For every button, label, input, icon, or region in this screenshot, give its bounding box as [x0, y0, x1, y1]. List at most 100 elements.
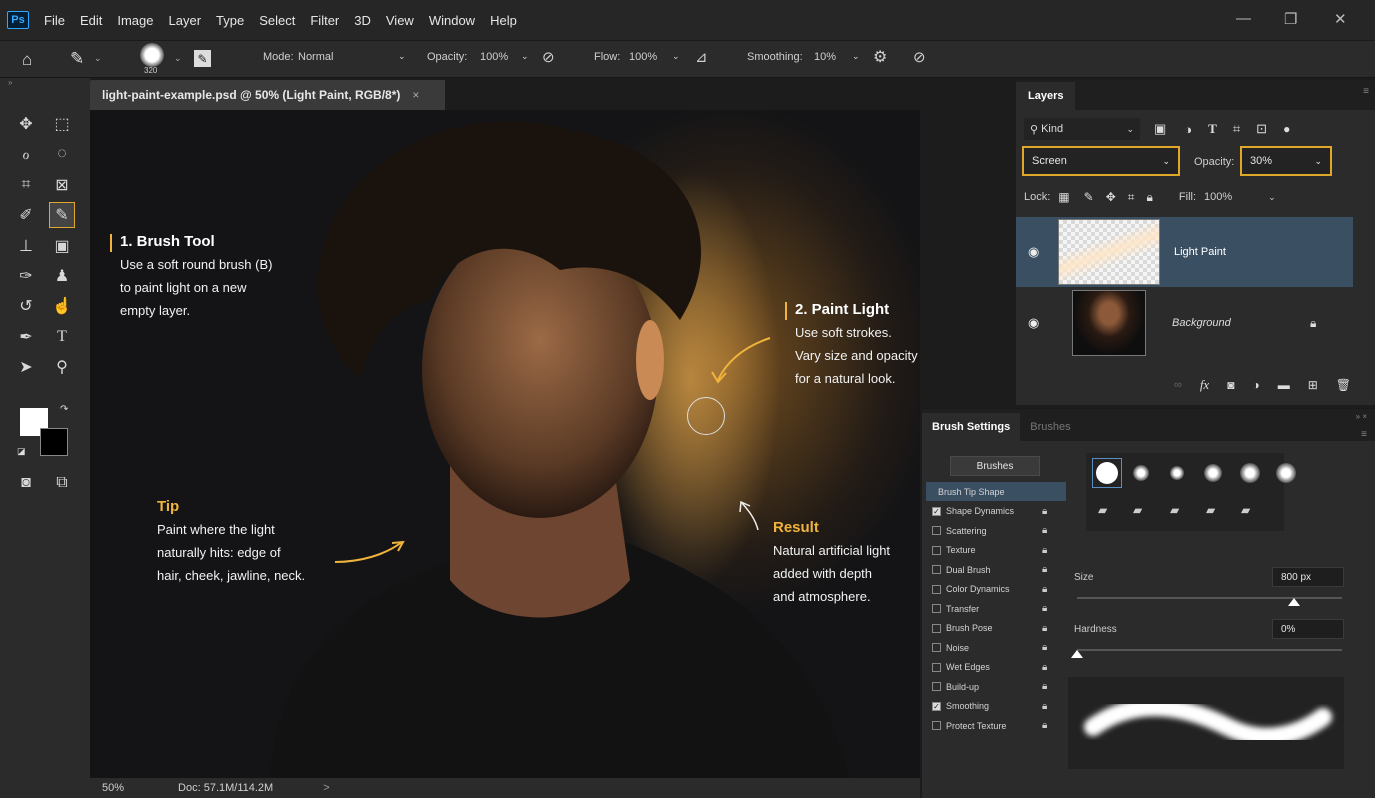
gradient-tool-icon[interactable]: ▣ [49, 233, 75, 259]
brush-setting-item[interactable]: ✓ Shape Dynamics 🔒︎ [926, 502, 1066, 521]
menu-view[interactable]: View [386, 13, 414, 28]
visibility-eye-icon[interactable]: ◉ [1028, 244, 1039, 260]
brush-setting-item[interactable]: Build-up 🔒︎ [926, 677, 1066, 696]
screen-mode-icon[interactable]: ⧉ [49, 470, 75, 496]
brush-setting-item[interactable]: Brush Pose 🔒︎ [926, 619, 1066, 638]
link-layers-icon[interactable]: ∞ [1174, 379, 1182, 391]
lock-icon[interactable]: 🔒︎ [1042, 545, 1047, 556]
brush-tip-soft-5[interactable] [1276, 463, 1296, 483]
opacity-input[interactable]: 100% [480, 51, 508, 63]
path-selection-tool-icon[interactable]: ➤ [13, 354, 39, 380]
smoothing-input[interactable]: 10% [814, 51, 836, 63]
chevron-down-icon[interactable]: ⌄ [672, 51, 680, 62]
menu-filter[interactable]: Filter [310, 13, 339, 28]
lock-icon[interactable]: 🔒︎ [1042, 584, 1047, 595]
blend-mode-select[interactable]: Screen ⌄ [1022, 146, 1180, 176]
menu-window[interactable]: Window [429, 13, 475, 28]
brush-setting-item[interactable]: Scattering 🔒︎ [926, 521, 1066, 540]
checkbox[interactable] [932, 721, 941, 730]
brush-setting-item[interactable]: Color Dynamics 🔒︎ [926, 580, 1066, 599]
chevron-down-icon[interactable]: ⌄ [852, 51, 860, 62]
brush-tip-bristle-2[interactable]: ▰ [1133, 503, 1142, 517]
trash-icon[interactable]: 🗑︎ [1336, 378, 1351, 392]
checkbox[interactable] [932, 682, 941, 691]
adjustment-layer-icon[interactable]: ◑ [1252, 378, 1259, 392]
filter-toggle-icon[interactable]: ● [1283, 122, 1290, 136]
add-mask-icon[interactable]: ◙ [1227, 378, 1234, 392]
chevron-down-icon[interactable]: ⌄ [398, 51, 406, 62]
menu-edit[interactable]: Edit [80, 13, 102, 28]
chevron-down-icon[interactable]: ⌄ [174, 53, 182, 64]
panel-menu-icon[interactable]: ≡ [1361, 429, 1367, 440]
brush-setting-item[interactable]: ✓ Smoothing 🔒︎ [926, 697, 1066, 716]
tab-brushes[interactable]: Brushes [1020, 413, 1080, 441]
lock-icon[interactable]: 🔒︎ [1042, 525, 1047, 536]
shape-filter-icon[interactable]: ⌗ [1233, 121, 1240, 137]
panel-menu-icon[interactable]: ≡ [1363, 86, 1369, 97]
hardness-input[interactable]: 0% [1272, 619, 1344, 639]
eyedropper-tool-icon[interactable]: ✐ [13, 202, 39, 228]
brush-tool-icon[interactable]: ✎ [49, 202, 75, 228]
hardness-slider-thumb[interactable] [1071, 650, 1083, 658]
layer-opacity-input[interactable]: 30% ⌄ [1240, 146, 1332, 176]
checkbox[interactable] [932, 545, 941, 555]
brush-tip-bristle-3[interactable]: ▰ [1170, 503, 1179, 517]
gear-icon[interactable]: ⚙ [873, 47, 887, 67]
layer-row-background[interactable]: ◉ Background 🔒︎ [1016, 288, 1353, 358]
brush-setting-item[interactable]: Noise 🔒︎ [926, 638, 1066, 657]
lock-icon[interactable]: 🔒︎ [1042, 623, 1047, 634]
frame-tool-icon[interactable]: ⊠ [49, 172, 75, 198]
brush-tip-bristle-4[interactable]: ▰ [1206, 503, 1215, 517]
crop-tool-icon[interactable]: ⌗ [13, 172, 39, 198]
lock-pixels-icon[interactable]: ✎ [1084, 190, 1094, 204]
adjustment-filter-icon[interactable]: ◑ [1184, 122, 1192, 137]
checkbox[interactable] [932, 662, 941, 672]
document-tab[interactable]: light-paint-example.psd @ 50% (Light Pai… [90, 80, 445, 110]
brush-tip-bristle-5[interactable]: ▰ [1241, 503, 1250, 517]
lock-icon[interactable]: 🔒︎ [1042, 662, 1047, 673]
canvas[interactable]: 1. Brush Tool Use a soft round brush (B)… [90, 110, 920, 778]
checkbox[interactable] [932, 565, 941, 574]
background-color-swatch[interactable] [40, 428, 68, 456]
checkbox[interactable] [932, 604, 941, 613]
lock-transparent-icon[interactable]: ▦ [1058, 190, 1069, 204]
checkbox[interactable] [932, 584, 941, 594]
stamp-tool-icon[interactable]: ⊥ [13, 233, 39, 259]
brush-tip-soft-3[interactable] [1204, 464, 1222, 482]
menu-file[interactable]: File [44, 13, 65, 28]
lock-icon[interactable]: 🔒︎ [1042, 681, 1047, 692]
quick-mask-icon[interactable]: ◙ [13, 470, 39, 496]
pen-tool-icon[interactable]: ✒ [13, 324, 39, 350]
dodge-tool-icon[interactable]: ♟ [49, 263, 75, 289]
restore-icon[interactable]: ❐ [1284, 10, 1297, 28]
pixel-filter-icon[interactable]: ▣ [1154, 121, 1166, 137]
checkbox[interactable]: ✓ [932, 506, 941, 516]
marquee-tool-icon[interactable]: ⬚ [49, 111, 75, 137]
menu-layer[interactable]: Layer [169, 13, 202, 28]
move-tool-icon[interactable]: ✥ [13, 111, 39, 137]
kind-filter-select[interactable]: ⚲ Kind ⌄ [1024, 118, 1140, 140]
size-slider-thumb[interactable] [1288, 598, 1301, 606]
menu-3d[interactable]: 3D [354, 13, 371, 28]
brush-preset-icon[interactable]: ✎ [70, 49, 84, 69]
group-folder-icon[interactable]: ▬ [1278, 378, 1290, 392]
tab-brush-settings[interactable]: Brush Settings [922, 413, 1021, 441]
checkbox[interactable] [932, 526, 941, 535]
zoom-level[interactable]: 50% [102, 782, 124, 794]
brush-tip-soft-2[interactable] [1170, 466, 1184, 480]
close-icon[interactable]: × [412, 88, 419, 102]
brush-panel-toggle-icon[interactable]: ✎ [194, 50, 211, 67]
pressure-size-icon[interactable]: ⊘ [913, 48, 926, 66]
lock-icon[interactable]: 🔒︎ [1042, 642, 1047, 653]
brush-tip-bristle-1[interactable]: ▰ [1098, 503, 1107, 517]
chevron-down-icon[interactable]: ⌄ [94, 53, 102, 64]
lock-artboard-icon[interactable]: ⌗ [1128, 190, 1135, 205]
chevron-down-icon[interactable]: ⌄ [521, 51, 529, 62]
brush-setting-item[interactable]: Transfer 🔒︎ [926, 599, 1066, 618]
brush-setting-item[interactable]: Protect Texture 🔒︎ [926, 716, 1066, 735]
smart-object-filter-icon[interactable]: ⊡ [1256, 121, 1267, 137]
lock-icon[interactable]: 🔒︎ [1042, 720, 1047, 731]
home-icon[interactable]: ⌂ [22, 50, 32, 70]
minimize-icon[interactable]: — [1236, 10, 1251, 27]
fill-input[interactable]: 100% [1204, 191, 1232, 203]
